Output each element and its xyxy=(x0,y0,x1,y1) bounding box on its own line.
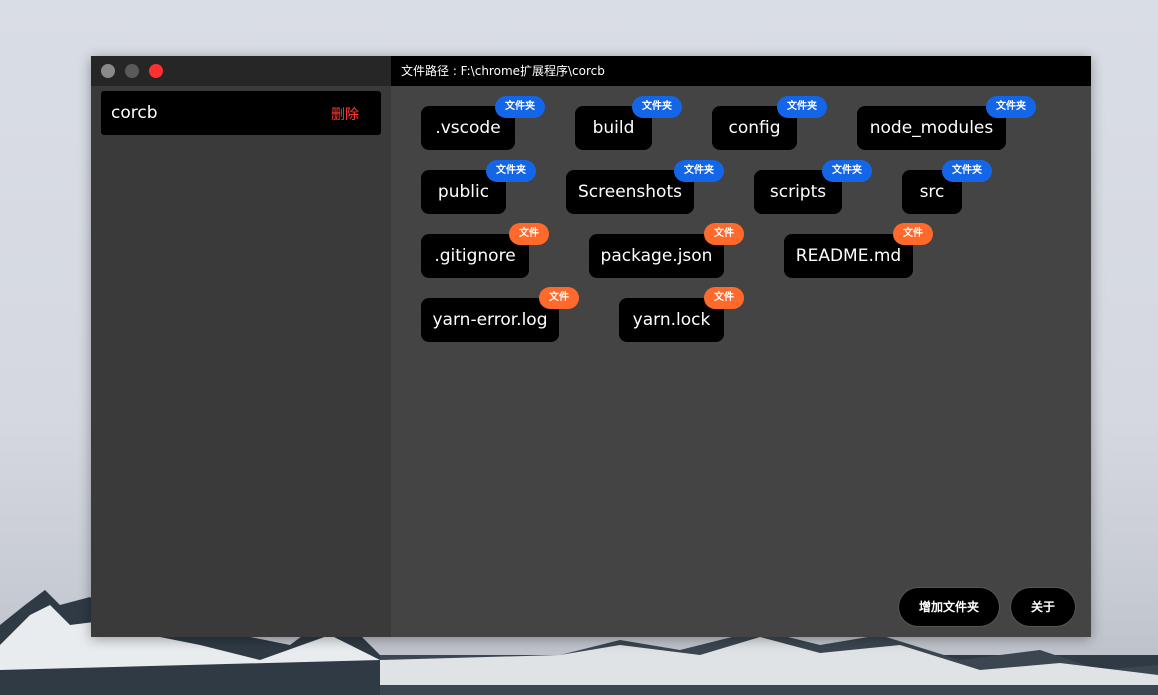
folder-badge: 文件夹 xyxy=(632,96,682,118)
folder-badge: 文件夹 xyxy=(986,96,1036,118)
file-badge: 文件 xyxy=(893,223,933,245)
file-badge: 文件 xyxy=(704,287,744,309)
file-badge: 文件 xyxy=(509,223,549,245)
maximize-button[interactable] xyxy=(125,64,139,78)
file-badge: 文件 xyxy=(539,287,579,309)
main-panel: 文件路径 : F:\chrome扩展程序\corcb .vscode 文件夹 b… xyxy=(391,56,1091,637)
about-button[interactable]: 关于 xyxy=(1011,588,1075,626)
close-button[interactable] xyxy=(149,64,163,78)
folder-badge: 文件夹 xyxy=(486,160,536,182)
folder-badge: 文件夹 xyxy=(822,160,872,182)
folder-badge: 文件夹 xyxy=(674,160,724,182)
file-tile[interactable]: yarn-error.log xyxy=(421,298,559,342)
sidebar: corcb 删除 xyxy=(91,56,391,637)
minimize-button[interactable] xyxy=(101,64,115,78)
project-name: corcb xyxy=(111,103,158,123)
titlebar xyxy=(91,56,391,86)
project-item-corcb[interactable]: corcb 删除 xyxy=(101,91,381,135)
file-tile[interactable]: package.json xyxy=(589,234,724,278)
path-bar: 文件路径 : F:\chrome扩展程序\corcb xyxy=(391,56,1091,86)
app-window: corcb 删除 文件路径 : F:\chrome扩展程序\corcb .vsc… xyxy=(91,56,1091,637)
file-tile[interactable]: README.md xyxy=(784,234,913,278)
folder-badge: 文件夹 xyxy=(942,160,992,182)
file-badge: 文件 xyxy=(704,223,744,245)
folder-badge: 文件夹 xyxy=(495,96,545,118)
delete-project-button[interactable]: 删除 xyxy=(331,104,359,124)
folder-tile[interactable]: node_modules xyxy=(857,106,1006,150)
add-folder-button[interactable]: 增加文件夹 xyxy=(899,588,999,626)
folder-badge: 文件夹 xyxy=(777,96,827,118)
